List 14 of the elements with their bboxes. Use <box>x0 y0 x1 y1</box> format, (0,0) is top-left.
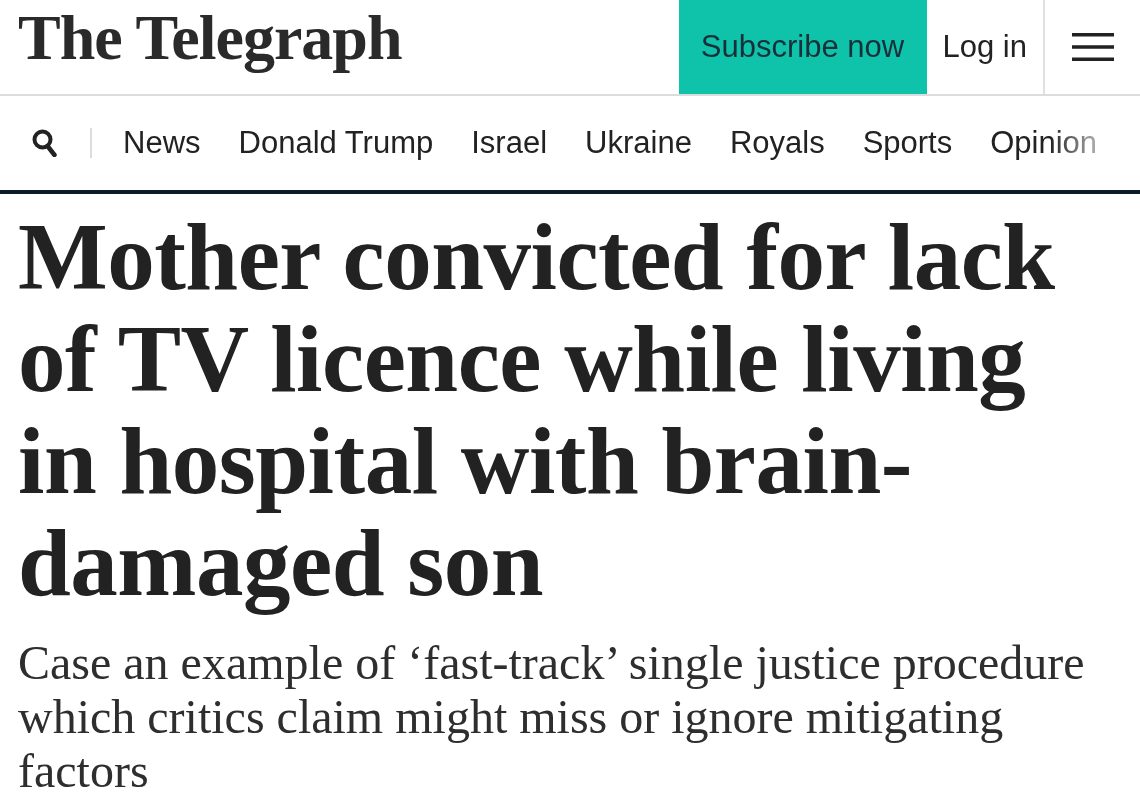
nav-link[interactable]: Israel <box>471 119 548 167</box>
nav-link[interactable]: Donald Trump <box>238 119 434 167</box>
login-link[interactable]: Log in <box>926 0 1043 94</box>
site-logo[interactable]: The Telegraph <box>18 2 402 74</box>
nav-link[interactable]: Opinion <box>990 119 1098 167</box>
headline: Mother convicted for lack of TV licence while living in hospital with brain-damaged son <box>18 206 1056 614</box>
standfirst: Case an example of ‘fast-track’ single justice procedure which critics claim might miss or ignore mitigating factors <box>18 636 1086 798</box>
subscribe-button[interactable]: Subscribe now <box>678 0 927 94</box>
search-icon[interactable] <box>32 129 57 157</box>
nav-link[interactable]: Sports <box>862 119 953 167</box>
nav-link[interactable]: News <box>123 119 201 167</box>
nav-link[interactable]: Royals <box>729 119 825 167</box>
menu-icon[interactable] <box>1071 33 1114 61</box>
nav-link[interactable]: Ukraine <box>585 119 692 167</box>
